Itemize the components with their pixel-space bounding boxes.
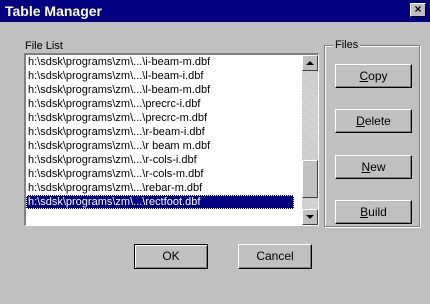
list-item[interactable]: h:\sdsk\programs\zm\...\i-beam-m.dbf (26, 55, 294, 69)
list-item[interactable]: h:\sdsk\programs\zm\...\r beam m.dbf (26, 139, 294, 153)
list-item[interactable]: h:\sdsk\programs\zm\...\r-beam-i.dbf (26, 125, 294, 139)
scroll-thumb[interactable] (302, 160, 318, 198)
new-button[interactable]: New (335, 155, 412, 179)
list-item[interactable]: h:\sdsk\programs\zm\...\l-beam-m.dbf (26, 83, 294, 97)
file-listbox[interactable]: h:\sdsk\programs\zm\...\i-beam-m.dbf h:\… (24, 53, 319, 226)
list-item[interactable]: h:\sdsk\programs\zm\...\rebar-m.dbf (26, 181, 294, 195)
list-item[interactable]: h:\sdsk\programs\zm\...\r-cols-i.dbf (26, 153, 294, 167)
ok-button-label: OK (162, 249, 180, 263)
arrow-up-icon (306, 61, 314, 65)
list-item[interactable]: h:\sdsk\programs\zm\...\l-beam-i.dbf (26, 69, 294, 83)
list-item[interactable]: h:\sdsk\programs\zm\...\r-cols-m.dbf (26, 167, 294, 181)
file-list-label: File List (25, 40, 63, 52)
list-item[interactable]: h:\sdsk\programs\zm\...\precrc-m.dbf (26, 111, 294, 125)
delete-button[interactable]: Delete (335, 109, 412, 133)
build-button-label: Build (360, 205, 387, 219)
cancel-button-label: Cancel (256, 249, 294, 263)
arrow-down-icon (306, 215, 314, 219)
ok-button[interactable]: OK (134, 244, 208, 269)
title-bar: Table Manager × (0, 0, 430, 22)
cancel-button[interactable]: Cancel (238, 244, 312, 269)
scroll-up-button[interactable] (302, 55, 318, 71)
vertical-scrollbar[interactable] (302, 55, 318, 225)
copy-button-label: Copy (359, 69, 388, 83)
close-icon: × (414, 2, 422, 16)
file-list-items: h:\sdsk\programs\zm\...\i-beam-m.dbf h:\… (26, 55, 294, 209)
scroll-down-button[interactable] (302, 209, 318, 225)
new-button-label: New (361, 160, 386, 174)
list-item[interactable]: h:\sdsk\programs\zm\...\precrc-i.dbf (26, 97, 294, 111)
build-button[interactable]: Build (335, 200, 412, 224)
window-title: Table Manager (5, 3, 102, 19)
copy-button[interactable]: Copy (335, 64, 412, 88)
list-item[interactable]: h:\sdsk\programs\zm\...\rectfoot.dbf (26, 195, 294, 209)
files-group-label: Files (333, 39, 361, 51)
delete-button-label: Delete (356, 114, 391, 128)
close-button[interactable]: × (410, 3, 426, 17)
